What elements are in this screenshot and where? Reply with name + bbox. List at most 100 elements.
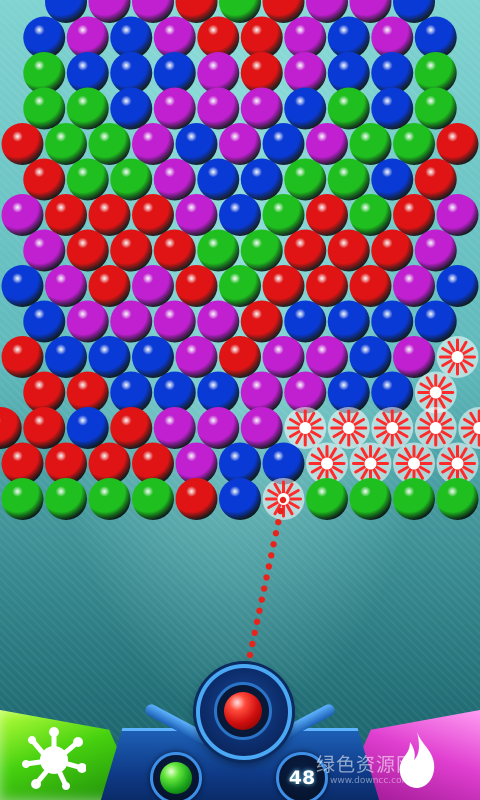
blue-bubble: [1, 265, 44, 307]
green-bubble: [1, 478, 44, 520]
blue-bubble: [45, 336, 87, 378]
red-bubble: [306, 194, 348, 236]
blue-bubble: [284, 87, 327, 130]
watermark-url: www.downcc.com: [330, 776, 411, 786]
blue-bubble: [371, 300, 414, 343]
next-ball[interactable]: [160, 762, 192, 794]
purple-bubble: [132, 265, 174, 307]
red-bubble: [262, 265, 305, 307]
red-bubble: [132, 194, 174, 236]
red-bubble: [327, 229, 370, 272]
purple-bubble: [306, 336, 348, 378]
blue-bubble: [175, 123, 218, 165]
purple-bubble: [197, 407, 240, 449]
red-bubble: [23, 407, 66, 449]
green-bubble: [110, 158, 153, 201]
purple-bubble: [1, 194, 44, 236]
green-bubble: [349, 478, 392, 520]
green-bubble: [349, 123, 392, 165]
green-bubble: [436, 478, 479, 520]
burst-bubble: [414, 407, 457, 449]
aim-dot: [260, 585, 268, 592]
red-bubble: [349, 265, 392, 307]
red-bubble: [219, 336, 261, 378]
blue-bubble: [66, 407, 109, 449]
purple-bubble: [45, 265, 87, 307]
next-ball-slot[interactable]: [150, 752, 202, 800]
red-bubble: [175, 265, 218, 307]
red-bubble: [1, 123, 44, 165]
red-bubble: [436, 123, 479, 165]
bomb-icon[interactable]: [22, 726, 87, 790]
green-bubble: [393, 123, 435, 165]
purple-bubble: [153, 300, 196, 343]
purple-bubble: [240, 87, 283, 130]
purple-bubble: [197, 300, 240, 343]
purple-bubble: [436, 194, 479, 236]
aim-dot: [249, 640, 256, 648]
green-bubble: [262, 194, 305, 236]
purple-bubble: [262, 336, 305, 378]
blue-bubble: [371, 158, 414, 201]
green-bubble: [240, 229, 283, 272]
red-bubble: [66, 229, 109, 272]
blue-bubble: [23, 300, 66, 343]
red-bubble: [306, 265, 348, 307]
blue-bubble: [197, 158, 240, 201]
purple-bubble: [175, 194, 218, 236]
purple-bubble: [153, 407, 196, 449]
red-bubble: [110, 407, 153, 449]
purple-bubble: [153, 87, 196, 130]
purple-bubble: [23, 229, 66, 272]
bubble-launcher[interactable]: [196, 664, 292, 760]
blue-bubble: [110, 87, 153, 130]
current-ball: [224, 692, 262, 730]
purple-bubble: [153, 158, 196, 201]
green-bubble: [132, 478, 174, 520]
purple-bubble: [219, 123, 261, 165]
green-bubble: [66, 87, 109, 130]
blue-bubble: [414, 300, 457, 343]
purple-bubble: [110, 300, 153, 343]
purple-bubble: [240, 407, 283, 449]
aim-dot: [268, 552, 275, 559]
red-bubble: [88, 265, 131, 307]
aim-dot: [263, 574, 270, 581]
purple-bubble: [66, 300, 109, 343]
red-bubble: [240, 300, 283, 343]
green-bubble: [45, 478, 87, 520]
blue-bubble: [88, 336, 131, 378]
blue-bubble: [327, 300, 370, 343]
green-bubble: [45, 123, 87, 165]
blue-bubble: [219, 478, 261, 520]
red-bubble: [45, 194, 87, 236]
red-bubble: [153, 229, 196, 272]
green-bubble: [414, 87, 457, 130]
aim-dot: [251, 629, 258, 637]
green-bubble: [88, 123, 131, 165]
green-bubble: [306, 478, 348, 520]
launcher-chamber: [214, 682, 272, 740]
green-bubble: [327, 87, 370, 130]
burst-bubble: [284, 407, 327, 449]
aim-dot: [256, 607, 263, 614]
purple-bubble: [393, 265, 435, 307]
aim-dot: [265, 563, 273, 570]
purple-bubble: [132, 123, 174, 165]
green-bubble: [219, 265, 261, 307]
purple-bubble: [393, 336, 435, 378]
blue-bubble: [132, 336, 174, 378]
red-bubble: [371, 229, 414, 272]
burst-bubble: [458, 407, 480, 449]
aim-dot: [246, 651, 254, 659]
game-screen[interactable]: 48 绿色资源网 www.downcc.com: [0, 0, 480, 800]
green-bubble: [393, 478, 435, 520]
blue-bubble: [349, 336, 392, 378]
burst-bubble: [327, 407, 370, 449]
purple-bubble: [414, 229, 457, 272]
red-bubble: [88, 194, 131, 236]
green-bubble: [88, 478, 131, 520]
green-bubble: [327, 158, 370, 201]
blue-bubble: [436, 265, 479, 307]
aim-dot: [258, 596, 265, 603]
